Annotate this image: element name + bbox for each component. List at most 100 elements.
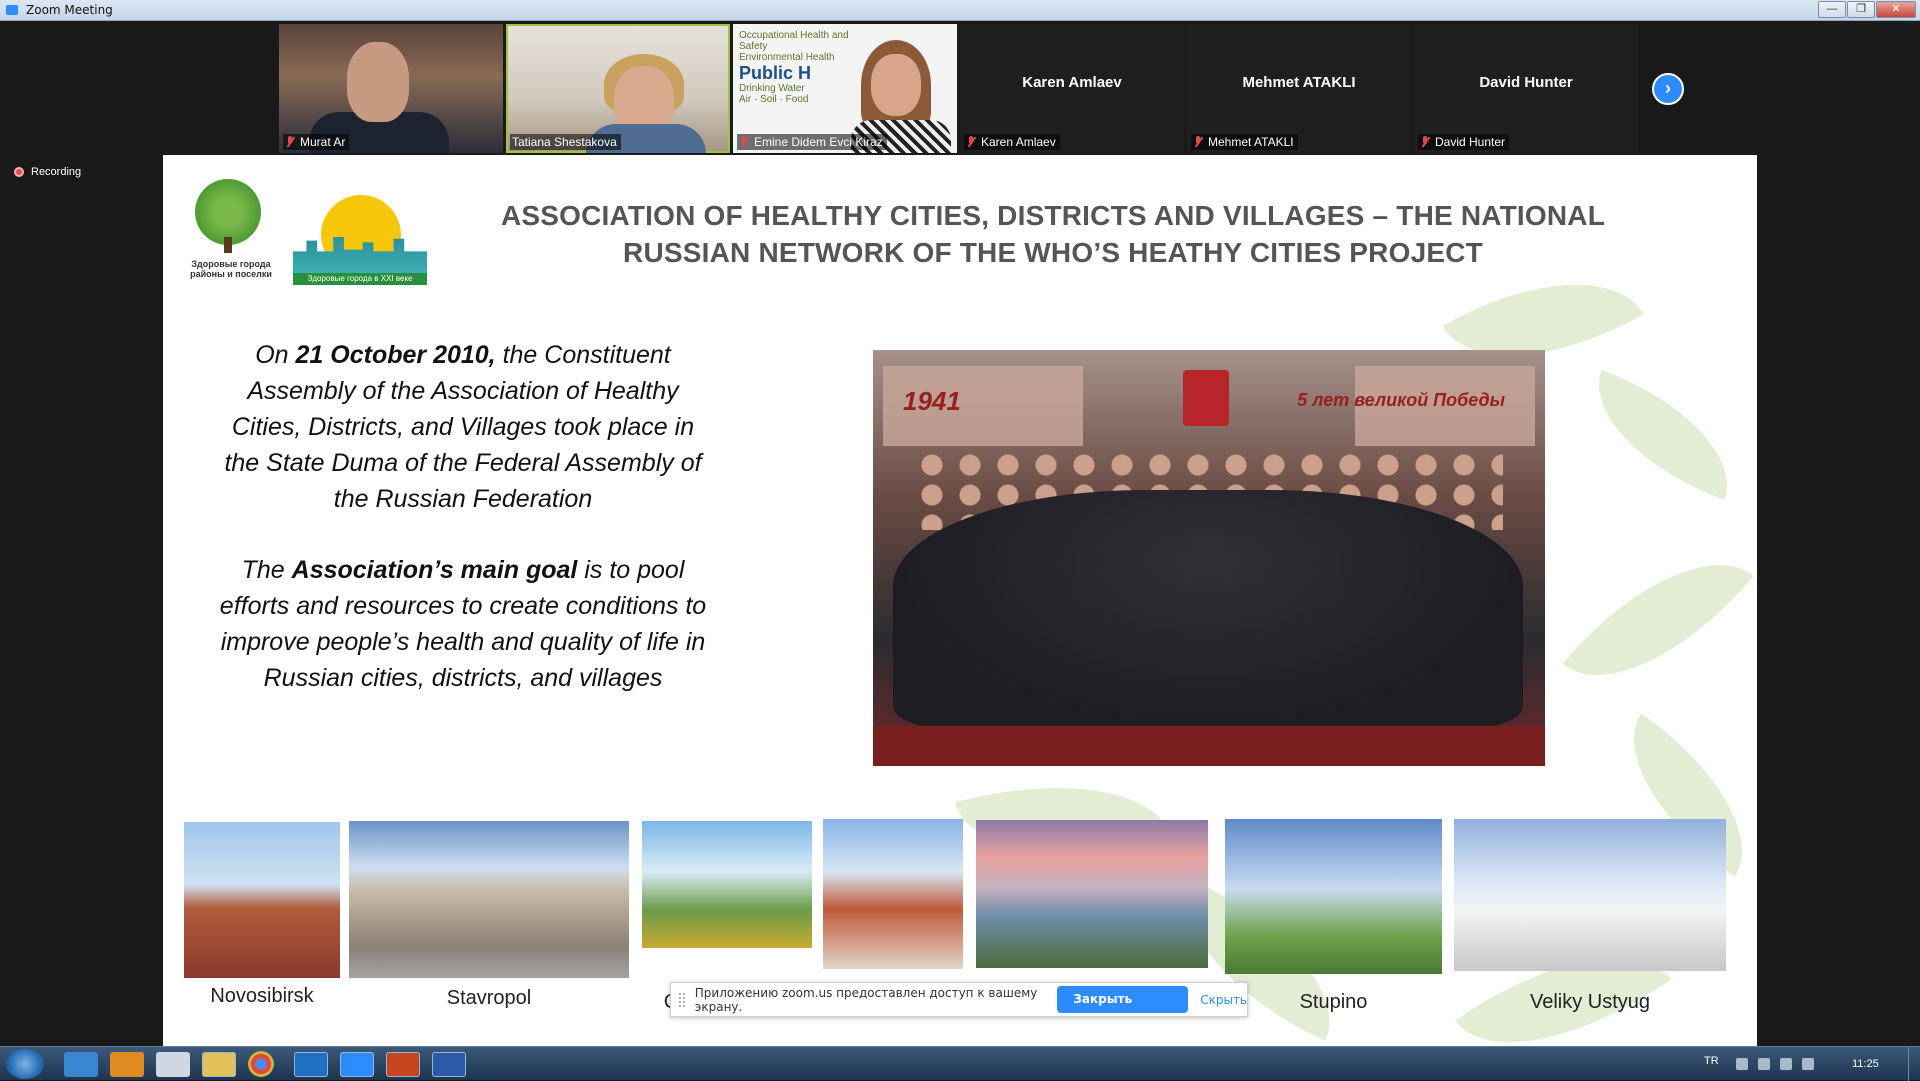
participant-label: David Hunter <box>1418 134 1510 150</box>
powerpoint-icon[interactable] <box>386 1052 420 1077</box>
folder-icon[interactable] <box>202 1052 236 1077</box>
photo-crowd <box>893 490 1523 730</box>
slide-body-text: On 21 October 2010, the Constituent Asse… <box>213 337 713 731</box>
tree-icon <box>195 179 261 245</box>
city-gallery: Novosibirsk Stavropol C Stupino Veliky U… <box>163 819 1757 1013</box>
action-center-flag-icon[interactable] <box>1802 1058 1814 1070</box>
recording-label: Recording <box>31 166 82 178</box>
gallery-next-page-button[interactable]: › <box>1652 73 1684 105</box>
word-icon[interactable] <box>432 1052 466 1077</box>
taskbar-clock[interactable]: 11:25 <box>1852 1058 1879 1070</box>
screen-share-notification: Приложению zoom.us предоставлен доступ к… <box>670 982 1248 1033</box>
city-name: Stupino <box>1299 991 1368 1013</box>
zoom-app-icon <box>6 5 18 15</box>
outlook-icon[interactable] <box>294 1052 328 1077</box>
paragraph-founding: On 21 October 2010, the Constituent Asse… <box>213 337 713 517</box>
leaf-decoration <box>1562 518 1754 722</box>
participant-label: Emine Didem Evci Kiraz <box>737 134 887 150</box>
city-photo <box>823 819 963 969</box>
city-name: Novosibirsk <box>210 985 314 1007</box>
participant-gallery: Murat Ar Tatiana Shestakova Occupational… <box>279 24 1638 153</box>
windows-taskbar: TR 11:25 <box>0 1046 1920 1081</box>
window-controls: — ❐ ✕ <box>1817 1 1916 18</box>
city-photo <box>976 820 1208 968</box>
media-player-icon[interactable] <box>110 1052 144 1077</box>
drag-handle-icon[interactable] <box>679 992 685 1007</box>
start-button[interactable] <box>6 1049 44 1079</box>
zoom-icon[interactable] <box>340 1052 374 1077</box>
participant-label: Murat Ar <box>283 134 350 150</box>
window-titlebar: Zoom Meeting — ❐ ✕ <box>0 0 1920 21</box>
input-language-indicator[interactable]: TR <box>1704 1055 1719 1067</box>
city-photo-veliky-ustyug <box>1454 819 1726 971</box>
participant-name: Karen Amlaev <box>981 135 1056 149</box>
recording-dot-icon <box>14 167 24 177</box>
photo-carpet <box>873 726 1545 766</box>
participant-label: Karen Amlaev <box>964 134 1060 150</box>
participant-tile[interactable]: Occupational Health and Safety Environmen… <box>733 24 957 153</box>
explorer-icon[interactable] <box>156 1052 190 1077</box>
shared-screen-slide: Здоровые города районы и поселки Здоровы… <box>163 155 1757 1046</box>
window-title: Zoom Meeting <box>26 3 113 17</box>
tray-arrow-icon[interactable] <box>1736 1058 1748 1070</box>
participant-display-name: Mehmet ATAKLI <box>1242 74 1356 91</box>
participant-name: Mehmet ATAKLI <box>1208 135 1294 149</box>
chrome-icon[interactable] <box>248 1051 274 1077</box>
healthy-cities-sun-logo: Здоровые города в XXI веке <box>293 195 427 285</box>
mic-muted-icon <box>285 136 295 148</box>
text-bold-date: 21 October 2010, <box>295 341 496 369</box>
text-bold-goal: Association’s main goal <box>291 556 578 584</box>
city-photo-stupino <box>1225 819 1442 974</box>
photo-banner-text: 5 лет великой Победы <box>1297 390 1505 410</box>
text-run: The <box>241 556 292 584</box>
share-notification-message: Приложению zoom.us предоставлен доступ к… <box>694 985 1038 1014</box>
internet-explorer-icon[interactable] <box>64 1052 98 1077</box>
participant-name: Tatiana Shestakova <box>512 135 617 149</box>
hide-notification-link[interactable]: Скрыть <box>1200 993 1247 1007</box>
healthy-cities-tree-logo: Здоровые города районы и поселки <box>183 179 273 289</box>
text-run: On <box>255 341 296 369</box>
participant-tile[interactable]: David Hunter David Hunter <box>1414 24 1638 153</box>
city-photo <box>642 821 812 948</box>
mic-muted-icon <box>1193 136 1203 148</box>
mic-muted-icon <box>739 136 749 148</box>
network-icon[interactable] <box>1758 1058 1770 1070</box>
participant-name: Murat Ar <box>300 135 346 149</box>
meeting-area: Murat Ar Tatiana Shestakova Occupational… <box>0 21 1920 1046</box>
city-photo-stavropol <box>349 821 629 978</box>
mic-muted-icon <box>966 136 976 148</box>
participant-tile[interactable]: Mehmet ATAKLI Mehmet ATAKLI <box>1187 24 1411 153</box>
stop-sharing-button[interactable]: Закрыть доступ <box>1057 986 1189 1033</box>
mic-muted-icon <box>1420 136 1430 148</box>
leaf-decoration <box>1574 370 1752 500</box>
maximize-button[interactable]: ❐ <box>1847 1 1875 18</box>
participant-tile[interactable]: Murat Ar <box>279 24 503 153</box>
system-tray <box>1736 1058 1814 1070</box>
logo2-caption: Здоровые города в XXI веке <box>293 273 427 285</box>
city-name: Veliky Ustyug <box>1529 991 1651 1013</box>
participant-name: Emine Didem Evci Kiraz <box>754 135 883 149</box>
mouse-cursor-icon <box>519 1026 526 1040</box>
word-cloud-background: Occupational Health and Safety Environmen… <box>739 30 849 105</box>
tree-trunk <box>224 237 232 253</box>
volume-icon[interactable] <box>1780 1058 1792 1070</box>
recording-indicator[interactable]: Recording <box>14 166 81 178</box>
participant-tile[interactable]: Karen Amlaev Karen Amlaev <box>960 24 1184 153</box>
show-desktop-button[interactable] <box>1908 1047 1920 1081</box>
minimize-button[interactable]: — <box>1818 1 1846 18</box>
participant-label: Tatiana Shestakova <box>510 134 621 150</box>
paragraph-goal: The Association’s main goal is to pool e… <box>213 552 713 696</box>
close-button[interactable]: ✕ <box>1876 1 1916 18</box>
city-photo-novosibirsk <box>184 822 340 978</box>
participant-label: Mehmet ATAKLI <box>1191 134 1298 150</box>
participant-tile-active-speaker[interactable]: Tatiana Shestakova <box>506 24 730 153</box>
participant-display-name: Karen Amlaev <box>1022 74 1122 91</box>
photo-banner-text: 1941 <box>903 386 961 416</box>
participant-video-face <box>871 54 921 116</box>
slide-title: ASSOCIATION OF HEALTHY CITIES, DISTRICTS… <box>500 200 1606 268</box>
assembly-group-photo: 1941 5 лет великой Победы <box>873 350 1545 766</box>
chevron-right-icon: › <box>1665 78 1671 98</box>
coat-of-arms-icon <box>1183 370 1229 426</box>
participant-name: David Hunter <box>1435 135 1506 149</box>
city-name: Stavropol <box>446 987 532 1009</box>
